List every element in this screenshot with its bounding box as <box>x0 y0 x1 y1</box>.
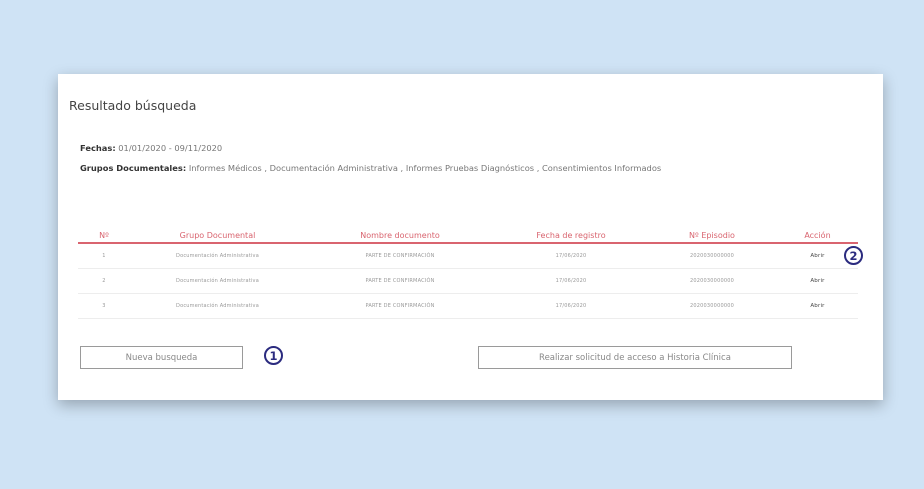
cell-registration-date: 17/06/2020 <box>495 268 647 294</box>
cell-episode-number: 2020030000000 <box>647 268 777 294</box>
cell-document-name: PARTE DE CONFIRMACIÓN <box>305 243 495 269</box>
document-groups-filter: Grupos Documentales: Informes Médicos , … <box>80 158 870 178</box>
cell-episode-number: 2020030000000 <box>647 293 777 319</box>
cell-registration-date: 17/06/2020 <box>495 243 647 269</box>
column-header-episode-number[interactable]: Nº Episodio <box>647 222 777 244</box>
cell-number: 1 <box>78 243 130 269</box>
cell-document-group: Documentación Administrativa <box>130 243 305 269</box>
column-header-action: Acción <box>777 222 858 244</box>
table-header-row: Nº Grupo Documental Nombre documento Fec… <box>78 222 858 244</box>
callout-marker-2: 2 <box>844 246 863 265</box>
cell-number: 2 <box>78 268 130 294</box>
document-groups-label: Grupos Documentales: <box>80 163 187 173</box>
table-row: 2 Documentación Administrativa PARTE DE … <box>78 268 858 294</box>
new-search-button[interactable]: Nueva busqueda <box>80 346 243 369</box>
open-document-link[interactable]: Abrir <box>777 293 858 319</box>
date-filter-label: Fechas: <box>80 143 116 153</box>
table-row: 3 Documentación Administrativa PARTE DE … <box>78 293 858 319</box>
column-header-number[interactable]: Nº <box>78 222 130 244</box>
date-filter-value: 01/01/2020 - 09/11/2020 <box>118 143 223 153</box>
request-access-button[interactable]: Realizar solicitud de acceso a Historia … <box>478 346 792 369</box>
results-table: Nº Grupo Documental Nombre documento Fec… <box>78 222 858 319</box>
callout-marker-1: 1 <box>264 346 283 365</box>
cell-registration-date: 17/06/2020 <box>495 293 647 319</box>
table-row: 1 Documentación Administrativa PARTE DE … <box>78 243 858 269</box>
cell-document-name: PARTE DE CONFIRMACIÓN <box>305 293 495 319</box>
search-filters: Fechas: 01/01/2020 - 09/11/2020 Grupos D… <box>80 138 870 178</box>
column-header-registration-date[interactable]: Fecha de registro <box>495 222 647 244</box>
cell-number: 3 <box>78 293 130 319</box>
date-filter: Fechas: 01/01/2020 - 09/11/2020 <box>80 138 870 158</box>
column-header-document-group[interactable]: Grupo Documental <box>130 222 305 244</box>
cell-document-group: Documentación Administrativa <box>130 293 305 319</box>
open-document-link[interactable]: Abrir <box>777 268 858 294</box>
page-title: Resultado búsqueda <box>69 98 197 113</box>
cell-document-group: Documentación Administrativa <box>130 268 305 294</box>
cell-episode-number: 2020030000000 <box>647 243 777 269</box>
document-groups-value: Informes Médicos , Documentación Adminis… <box>188 163 662 173</box>
cell-document-name: PARTE DE CONFIRMACIÓN <box>305 268 495 294</box>
column-header-document-name[interactable]: Nombre documento <box>305 222 495 244</box>
results-card: Resultado búsqueda Fechas: 01/01/2020 - … <box>58 74 883 400</box>
